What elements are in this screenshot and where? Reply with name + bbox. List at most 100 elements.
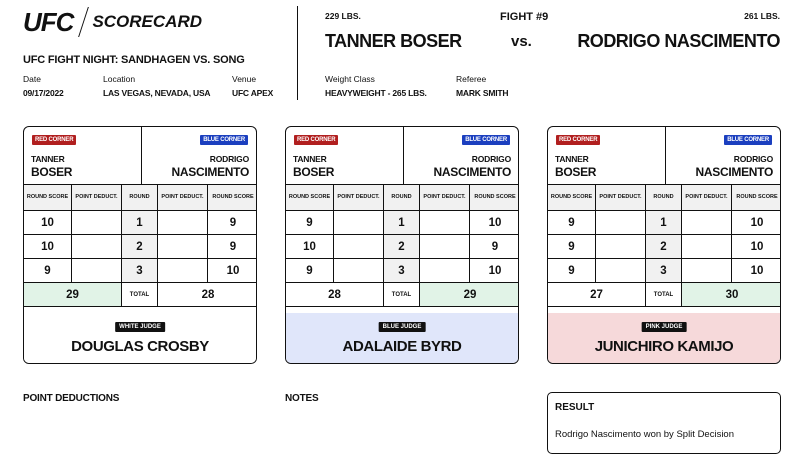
round-number: 1 xyxy=(646,211,682,234)
corner-divider xyxy=(403,127,404,185)
red-round-score: 10 xyxy=(286,235,334,258)
doc-title: SCORECARD xyxy=(92,12,202,31)
blue-point-deduction xyxy=(420,211,470,234)
total-row: 27 TOTAL 30 xyxy=(548,283,780,307)
blue-weight: 261 LBS. xyxy=(744,11,780,21)
point-deduct-header: POINT DEDUCT. xyxy=(420,185,470,210)
blue-last-name: NASCIMENTO xyxy=(171,165,250,179)
point-deduct-header: POINT DEDUCT. xyxy=(158,185,208,210)
total-label: TOTAL xyxy=(384,283,420,306)
red-last-name: BOSER xyxy=(31,165,73,179)
header-divider xyxy=(297,6,298,100)
red-corner-badge: RED CORNER xyxy=(32,135,77,145)
total-label: TOTAL xyxy=(646,283,682,306)
red-round-score: 9 xyxy=(548,235,596,258)
judge-section: PINK JUDGE JUNICHIRO KAMIJO xyxy=(548,313,780,363)
round-number: 1 xyxy=(384,211,420,234)
blue-point-deduction xyxy=(420,259,470,282)
round-row: 9 1 10 xyxy=(286,211,518,235)
red-point-deduction xyxy=(72,259,122,282)
red-first-name: TANNER xyxy=(31,154,65,164)
referee-label: Referee xyxy=(456,74,487,84)
round-row: 9 1 10 xyxy=(548,211,780,235)
table-header: ROUND SCORE POINT DEDUCT. ROUND POINT DE… xyxy=(286,185,518,211)
red-point-deduction xyxy=(334,211,384,234)
total-label: TOTAL xyxy=(122,283,158,306)
location-label: Location xyxy=(103,74,136,84)
blue-first-name: RODRIGO xyxy=(209,154,249,164)
date-value: 09/17/2022 xyxy=(23,88,64,98)
blue-first-name: RODRIGO xyxy=(471,154,511,164)
round-score-header: ROUND SCORE xyxy=(736,194,778,201)
red-round-score: 10 xyxy=(24,235,72,258)
round-score-header: ROUND SCORE xyxy=(548,185,596,210)
red-point-deduction xyxy=(596,211,646,234)
blue-round-score: 9 xyxy=(491,240,499,253)
corner-header: RED CORNER BLUE CORNER TANNER BOSER RODR… xyxy=(24,127,256,185)
blue-round-score: 10 xyxy=(488,264,502,277)
vs-label: vs. xyxy=(511,33,532,50)
corner-divider xyxy=(665,127,666,185)
point-deduct-header: POINT DEDUCT. xyxy=(334,185,384,210)
blue-total: 30 xyxy=(682,283,780,306)
score-table: ROUND SCORE POINT DEDUCT. ROUND POINT DE… xyxy=(548,185,780,307)
round-number: 2 xyxy=(384,235,420,258)
round-row: 10 1 9 xyxy=(24,211,256,235)
round-number: 3 xyxy=(646,259,682,282)
corner-header: RED CORNER BLUE CORNER TANNER BOSER RODR… xyxy=(286,127,518,185)
round-number: 2 xyxy=(646,235,682,258)
blue-round-score: 9 xyxy=(229,240,237,253)
location-value: LAS VEGAS, NEVADA, USA xyxy=(103,88,211,98)
blue-total: 28 xyxy=(201,288,215,301)
blue-round-score: 10 xyxy=(750,216,764,229)
judge-section: BLUE JUDGE ADALAIDE BYRD xyxy=(286,313,518,363)
judge-name: JUNICHIRO KAMIJO xyxy=(594,338,734,355)
round-score-header: ROUND SCORE xyxy=(286,185,334,210)
red-fighter-name: TANNER BOSER xyxy=(325,31,462,51)
point-deduct-header: POINT DEDUCT. xyxy=(596,185,646,210)
notes-title: NOTES xyxy=(285,393,319,404)
blue-round-score: 10 xyxy=(226,264,240,277)
blue-round-score: 10 xyxy=(750,264,764,277)
red-point-deduction xyxy=(334,235,384,258)
red-total: 29 xyxy=(24,283,122,306)
table-header: ROUND SCORE POINT DEDUCT. ROUND POINT DE… xyxy=(24,185,256,211)
red-total: 28 xyxy=(286,283,384,306)
round-header: ROUND xyxy=(646,185,682,210)
corner-header: RED CORNER BLUE CORNER TANNER BOSER RODR… xyxy=(548,127,780,185)
round-row: 9 3 10 xyxy=(548,259,780,283)
table-header: ROUND SCORE POINT DEDUCT. ROUND POINT DE… xyxy=(548,185,780,211)
blue-total: 29 xyxy=(420,283,518,306)
blue-fighter-name: RODRIGO NASCIMENTO xyxy=(577,31,780,51)
weight-class-value: HEAVYWEIGHT - 265 LBS. xyxy=(325,88,427,98)
red-point-deduction xyxy=(72,235,122,258)
score-table: ROUND SCORE POINT DEDUCT. ROUND POINT DE… xyxy=(24,185,256,307)
blue-round-score: 9 xyxy=(229,216,237,229)
judge-scorecard: RED CORNER BLUE CORNER TANNER BOSER RODR… xyxy=(23,126,257,364)
blue-point-deduction xyxy=(158,211,208,234)
blue-point-deduction xyxy=(158,235,208,258)
blue-last-name: NASCIMENTO xyxy=(695,165,774,179)
judge-name: ADALAIDE BYRD xyxy=(342,338,462,355)
judge-badge: PINK JUDGE xyxy=(641,322,687,332)
judge-section: WHITE JUDGE DOUGLAS CROSBY xyxy=(24,313,256,363)
blue-point-deduction xyxy=(682,259,732,282)
point-deduct-header: POINT DEDUCT. xyxy=(682,185,732,210)
blue-last-name: NASCIMENTO xyxy=(433,165,512,179)
venue-label: Venue xyxy=(232,74,257,84)
red-round-score: 9 xyxy=(548,259,596,282)
red-total: 27 xyxy=(548,283,646,306)
round-number: 3 xyxy=(122,259,158,282)
event-title: UFC FIGHT NIGHT: SANDHAGEN VS. SONG xyxy=(23,54,245,66)
blue-point-deduction xyxy=(420,235,470,258)
blue-corner-badge: BLUE CORNER xyxy=(462,135,510,145)
judge-name: DOUGLAS CROSBY xyxy=(71,338,209,355)
red-first-name: TANNER xyxy=(293,154,327,164)
red-weight: 229 LBS. xyxy=(325,11,361,21)
red-corner-badge: RED CORNER xyxy=(556,135,601,145)
total-row: 29 TOTAL 28 xyxy=(24,283,256,307)
date-label: Date xyxy=(23,74,41,84)
judge-badge: BLUE JUDGE xyxy=(378,322,426,332)
total-row: 28 TOTAL 29 xyxy=(286,283,518,307)
round-score-header: ROUND SCORE xyxy=(24,185,72,210)
